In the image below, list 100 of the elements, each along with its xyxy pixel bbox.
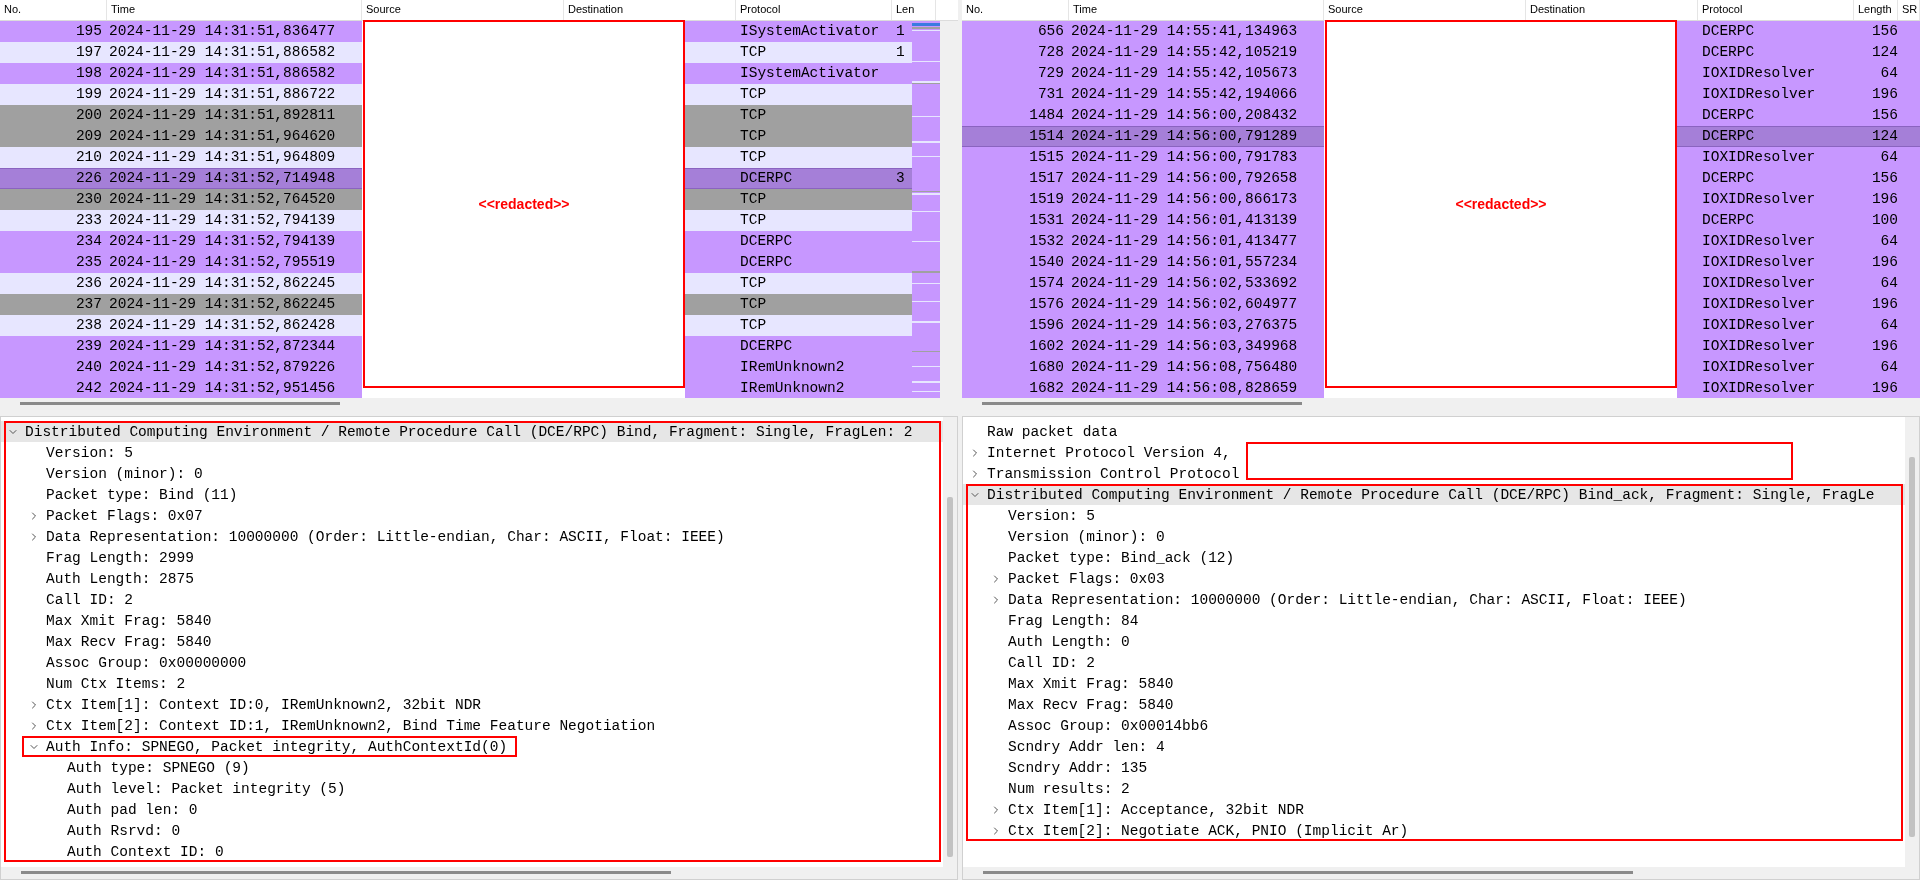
table-cell[interactable]: 656	[962, 21, 1069, 42]
table-cell[interactable]: 242	[0, 378, 107, 398]
tree-item[interactable]: Assoc Group: 0x00000000	[1, 652, 247, 673]
table-cell[interactable]: 2024-11-29 14:55:42,105219	[1069, 42, 1324, 63]
table-cell[interactable]: 728	[962, 42, 1069, 63]
table-cell[interactable]: IOXIDResolver	[1677, 84, 1856, 105]
table-cell[interactable]: 1	[894, 42, 912, 63]
table-cell[interactable]: 210	[0, 147, 107, 168]
table-cell[interactable]	[894, 84, 912, 105]
table-cell[interactable]: 196	[1856, 378, 1920, 398]
table-cell[interactable]: 197	[0, 42, 107, 63]
table-cell[interactable]	[894, 147, 912, 168]
table-cell[interactable]: 2024-11-29 14:56:00,791289	[1069, 126, 1324, 147]
table-cell[interactable]: 731	[962, 84, 1069, 105]
table-cell[interactable]: IOXIDResolver	[1677, 357, 1856, 378]
tree-item[interactable]: Data Representation: 10000000 (Order: Little-endian, Char: ASCII, Float: IEEE)	[1, 526, 725, 547]
table-cell[interactable]: 2024-11-29 14:31:52,862245	[107, 294, 362, 315]
table-cell[interactable]: DCERPC	[685, 336, 894, 357]
table-cell[interactable]: 2024-11-29 14:31:52,794139	[107, 231, 362, 252]
tree-item[interactable]: Packet type: Bind_ack (12)	[963, 547, 1235, 568]
table-cell[interactable]: DCERPC	[685, 231, 894, 252]
tree-item[interactable]: Version (minor): 0	[963, 526, 1165, 547]
table-cell[interactable]: 240	[0, 357, 107, 378]
table-cell[interactable]: 2024-11-29 14:55:42,105673	[1069, 63, 1324, 84]
table-cell[interactable]: TCP	[685, 210, 894, 231]
table-cell[interactable]: 2024-11-29 14:56:01,557234	[1069, 252, 1324, 273]
tree-item[interactable]: Auth Info: SPNEGO, Packet integrity, AuthContextId(0)	[22, 736, 518, 757]
table-cell[interactable]: 2024-11-29 14:56:08,756480	[1069, 357, 1324, 378]
tree-item[interactable]: Assoc Group: 0x00014bb6	[963, 715, 1209, 736]
table-cell[interactable]: 1532	[962, 231, 1069, 252]
table-cell[interactable]: TCP	[685, 189, 894, 210]
table-cell[interactable]: 1	[894, 21, 912, 42]
table-cell[interactable]: 2024-11-29 14:31:51,836477	[107, 21, 362, 42]
table-cell[interactable]: 234	[0, 231, 107, 252]
tree-item[interactable]: Transmission Control Protocol	[963, 463, 1240, 484]
table-cell[interactable]: IOXIDResolver	[1677, 147, 1856, 168]
column-header[interactable]: SR	[1898, 0, 1920, 20]
table-cell[interactable]: 124	[1856, 42, 1920, 63]
table-cell[interactable]: 2024-11-29 14:31:52,862428	[107, 315, 362, 336]
table-cell[interactable]: 195	[0, 21, 107, 42]
table-cell[interactable]	[894, 294, 912, 315]
table-cell[interactable]: 2024-11-29 14:31:52,714948	[107, 168, 362, 189]
table-cell[interactable]: 1576	[962, 294, 1069, 315]
table-cell[interactable]: IOXIDResolver	[1677, 315, 1856, 336]
table-cell[interactable]: 64	[1856, 147, 1920, 168]
table-cell[interactable]: 1596	[962, 315, 1069, 336]
table-cell[interactable]: 196	[1856, 84, 1920, 105]
table-cell[interactable]: IOXIDResolver	[1677, 252, 1856, 273]
tree-item[interactable]: Internet Protocol Version 4,	[963, 442, 1231, 463]
table-cell[interactable]: 1515	[962, 147, 1069, 168]
table-cell[interactable]: 2024-11-29 14:56:00,792658	[1069, 168, 1324, 189]
tree-item[interactable]: Call ID: 2	[963, 652, 1095, 673]
table-cell[interactable]: 2024-11-29 14:56:00,866173	[1069, 189, 1324, 210]
table-cell[interactable]: 3	[894, 168, 912, 189]
table-cell[interactable]: IOXIDResolver	[1677, 378, 1856, 398]
table-cell[interactable]: 64	[1856, 231, 1920, 252]
table-cell[interactable]	[894, 273, 912, 294]
table-cell[interactable]	[894, 315, 912, 336]
table-cell[interactable]: 2024-11-29 14:31:52,795519	[107, 252, 362, 273]
table-cell[interactable]: 2024-11-29 14:56:01,413139	[1069, 210, 1324, 231]
tree-item[interactable]: Num Ctx Items: 2	[1, 673, 186, 694]
table-cell[interactable]: 1682	[962, 378, 1069, 398]
tree-item[interactable]: Max Recv Frag: 5840	[963, 694, 1174, 715]
table-cell[interactable]: 2024-11-29 14:31:51,886722	[107, 84, 362, 105]
table-cell[interactable]: 2024-11-29 14:56:00,208432	[1069, 105, 1324, 126]
table-cell[interactable]: 196	[1856, 294, 1920, 315]
table-cell[interactable]: 2024-11-29 14:31:51,886582	[107, 63, 362, 84]
tree-item[interactable]: Max Recv Frag: 5840	[1, 631, 212, 652]
table-cell[interactable]: TCP	[685, 84, 894, 105]
table-cell[interactable]: IOXIDResolver	[1677, 231, 1856, 252]
tree-item[interactable]: Auth Length: 2875	[1, 568, 194, 589]
tree-item[interactable]: Auth type: SPNEGO (9)	[1, 757, 250, 778]
table-cell[interactable]: DCERPC	[1677, 42, 1856, 63]
table-cell[interactable]: 2024-11-29 14:31:52,872344	[107, 336, 362, 357]
column-header[interactable]: Protocol	[1698, 0, 1854, 20]
tree-item[interactable]: Distributed Computing Environment / Remote Procedure Call (DCE/RPC) Bind, Fragment: Single, FragLen: 2	[1, 421, 943, 442]
table-cell[interactable]: 1519	[962, 189, 1069, 210]
table-cell[interactable]: 2024-11-29 14:31:52,951456	[107, 378, 362, 398]
table-cell[interactable]: 1574	[962, 273, 1069, 294]
table-cell[interactable]: 196	[1856, 189, 1920, 210]
tree-item[interactable]: Auth pad len: 0	[1, 799, 198, 820]
tree-item[interactable]: Version: 5	[1, 442, 133, 463]
table-cell[interactable]: 1517	[962, 168, 1069, 189]
table-cell[interactable]: 64	[1856, 357, 1920, 378]
table-cell[interactable]: 64	[1856, 273, 1920, 294]
table-cell[interactable]: 156	[1856, 168, 1920, 189]
table-cell[interactable]: 238	[0, 315, 107, 336]
table-cell[interactable]: 237	[0, 294, 107, 315]
table-cell[interactable]: 236	[0, 273, 107, 294]
table-cell[interactable]	[894, 210, 912, 231]
tree-item[interactable]: Max Xmit Frag: 5840	[1, 610, 212, 631]
table-cell[interactable]: IOXIDResolver	[1677, 273, 1856, 294]
tree-item[interactable]: Ctx Item[1]: Context ID:0, IRemUnknown2, 32bit NDR	[1, 694, 482, 715]
table-cell[interactable]: 198	[0, 63, 107, 84]
column-header[interactable]: Time	[107, 0, 362, 20]
column-header[interactable]: No.	[0, 0, 107, 20]
tree-item[interactable]: Auth Context ID: 0	[1, 841, 224, 862]
table-cell[interactable]: 2024-11-29 14:31:51,964620	[107, 126, 362, 147]
packet-minimap-drawing[interactable]	[912, 21, 940, 399]
table-cell[interactable]: 2024-11-29 14:31:51,964809	[107, 147, 362, 168]
